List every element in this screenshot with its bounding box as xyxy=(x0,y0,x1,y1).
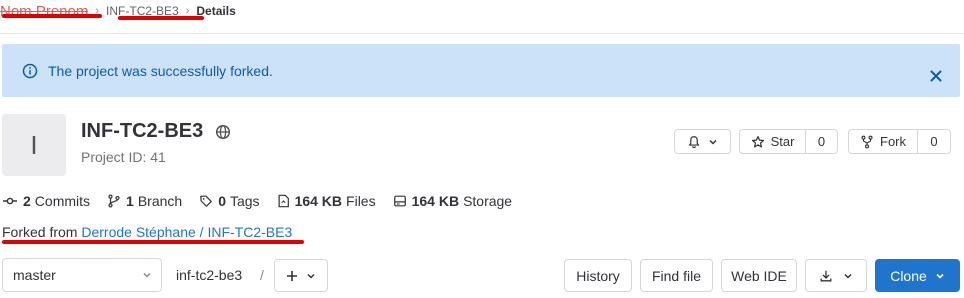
file-icon xyxy=(278,194,289,208)
commits-label: Commits xyxy=(34,193,91,209)
branch-count: 1 xyxy=(126,193,134,209)
tag-icon xyxy=(200,195,213,207)
success-alert: The project was successfully forked. xyxy=(2,44,960,97)
close-icon[interactable] xyxy=(928,68,944,84)
bell-icon xyxy=(688,135,700,148)
storage-label: Storage xyxy=(463,193,513,209)
branch-name: master xyxy=(13,267,56,283)
branch-icon xyxy=(108,194,120,208)
info-icon xyxy=(22,63,38,79)
annotation-underline xyxy=(2,14,102,18)
fork-source-link[interactable]: Derrode Stéphane / INF-TC2-BE3 xyxy=(81,224,292,240)
web-ide-button[interactable]: Web IDE xyxy=(721,259,797,292)
fork-count[interactable]: 0 xyxy=(918,129,951,154)
notification-button[interactable] xyxy=(674,129,731,154)
star-icon xyxy=(751,135,764,148)
clone-label: Clone xyxy=(890,267,927,284)
files-size: 164 KB xyxy=(294,193,343,209)
fork-button[interactable]: Fork xyxy=(848,129,918,154)
history-button[interactable]: History xyxy=(564,259,632,292)
fork-icon xyxy=(861,135,873,148)
storage-stat[interactable]: 164 KB Storage xyxy=(393,193,513,209)
globe-icon xyxy=(215,124,231,140)
star-label: Star xyxy=(770,134,795,149)
chevron-down-icon xyxy=(936,273,944,279)
project-id: Project ID: 41 xyxy=(81,149,166,165)
chevron-down-icon xyxy=(844,273,852,279)
branch-dropdown[interactable]: master xyxy=(2,258,162,292)
chevron-down-icon xyxy=(143,272,151,278)
download-icon xyxy=(820,270,832,281)
branch-label: Branch xyxy=(137,193,183,209)
star-count[interactable]: 0 xyxy=(806,129,838,154)
tags-label: Tags xyxy=(229,193,260,209)
annotation-underline xyxy=(2,240,304,244)
divider xyxy=(0,33,964,34)
storage-size: 164 KB xyxy=(411,193,460,209)
branch-stat[interactable]: 1 Branch xyxy=(107,193,182,209)
clone-button[interactable]: Clone xyxy=(875,259,960,292)
find-file-button[interactable]: Find file xyxy=(640,259,713,292)
star-group: Star 0 xyxy=(739,129,838,154)
download-dropdown[interactable] xyxy=(805,259,867,292)
commits-count: 2 xyxy=(23,193,31,209)
forked-from: Forked from Derrode Stéphane / INF-TC2-B… xyxy=(2,224,292,240)
fork-label: Fork xyxy=(880,134,906,149)
commit-icon xyxy=(3,197,17,205)
chevron-down-icon xyxy=(307,273,315,279)
star-button[interactable]: Star xyxy=(739,129,806,154)
project-title: INF-TC2-BE3 xyxy=(81,120,204,142)
annotation-underline xyxy=(118,16,204,20)
alert-message: The project was successfully forked. xyxy=(48,63,273,79)
tags-stat[interactable]: 0 Tags xyxy=(199,193,260,209)
project-avatar: I xyxy=(2,114,66,176)
tags-count: 0 xyxy=(218,193,226,209)
files-label: Files xyxy=(346,193,376,209)
chevron-down-icon xyxy=(709,139,717,145)
fork-group: Fork 0 xyxy=(848,129,951,154)
add-file-dropdown[interactable] xyxy=(274,259,328,292)
plus-icon xyxy=(287,270,297,281)
commits-stat[interactable]: 2 Commits xyxy=(2,193,90,209)
files-stat[interactable]: 164 KB Files xyxy=(277,193,376,209)
path-separator: / xyxy=(260,267,264,283)
storage-icon xyxy=(393,195,406,207)
project-stats: 2 Commits 1 Branch 0 Tags 164 KB Files 1… xyxy=(2,192,529,210)
repo-path-root[interactable]: inf-tc2-be3 xyxy=(176,267,242,283)
forked-prefix: Forked from xyxy=(2,224,78,240)
